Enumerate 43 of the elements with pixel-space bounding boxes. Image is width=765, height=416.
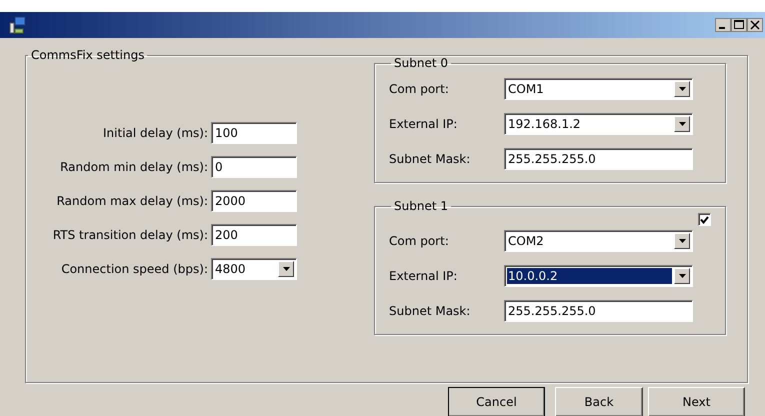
field-label: Com port: <box>389 234 450 248</box>
dropdown[interactable]: 192.168.1.2 <box>504 113 693 135</box>
caret-icon <box>678 239 686 243</box>
speed-dropdown[interactable]: 4800 <box>211 258 297 280</box>
input-field[interactable]: 100 <box>211 122 297 144</box>
input-field[interactable]: 200 <box>211 224 297 246</box>
dropdown[interactable]: COM2 <box>504 230 693 252</box>
input-field[interactable]: 255.255.255.0 <box>504 300 693 322</box>
input-field[interactable]: 2000 <box>211 190 297 212</box>
field-label: Random max delay (ms): <box>56 194 209 208</box>
caret-icon <box>282 267 290 271</box>
group-title: Subnet 1 <box>393 199 449 213</box>
input-field[interactable]: 0 <box>211 156 297 178</box>
field-label: Connection speed (bps): <box>60 262 209 276</box>
dropdown-arrow-button[interactable] <box>674 233 690 249</box>
caret-icon <box>678 122 686 126</box>
dropdown-arrow-button[interactable] <box>674 81 690 97</box>
field-label: Com port: <box>389 82 450 96</box>
dropdown[interactable]: 10.0.0.2 <box>504 265 693 287</box>
field-label: External IP: <box>389 269 458 283</box>
field-label: External IP: <box>389 117 458 131</box>
dropdown-arrow-button[interactable] <box>278 261 294 277</box>
field-label: RTS transition delay (ms): <box>52 228 209 242</box>
minimize-icon[interactable] <box>715 18 731 32</box>
group-title: CommsFix settings <box>30 48 146 62</box>
checkbox[interactable] <box>698 213 711 226</box>
dropdown-arrow-button[interactable] <box>674 116 690 132</box>
group-title: Subnet 0 <box>393 56 449 70</box>
dialog-button[interactable]: Cancel <box>448 387 545 416</box>
close-icon[interactable] <box>747 18 763 32</box>
dropdown-arrow-button[interactable] <box>674 268 690 284</box>
maximize-icon[interactable] <box>731 18 747 32</box>
field-label: Subnet Mask: <box>389 152 472 166</box>
field-label: Initial delay (ms): <box>102 126 209 140</box>
caret-icon <box>678 87 686 91</box>
computer-icon <box>9 16 27 34</box>
field-label: Subnet Mask: <box>389 304 472 318</box>
input-field[interactable]: 255.255.255.0 <box>504 148 693 170</box>
caret-icon <box>678 274 686 278</box>
dialog-button[interactable]: Next <box>648 387 745 416</box>
dialog-button[interactable]: Back <box>555 387 643 416</box>
field-label: Random min delay (ms): <box>59 160 209 174</box>
dropdown[interactable]: COM1 <box>504 78 693 100</box>
